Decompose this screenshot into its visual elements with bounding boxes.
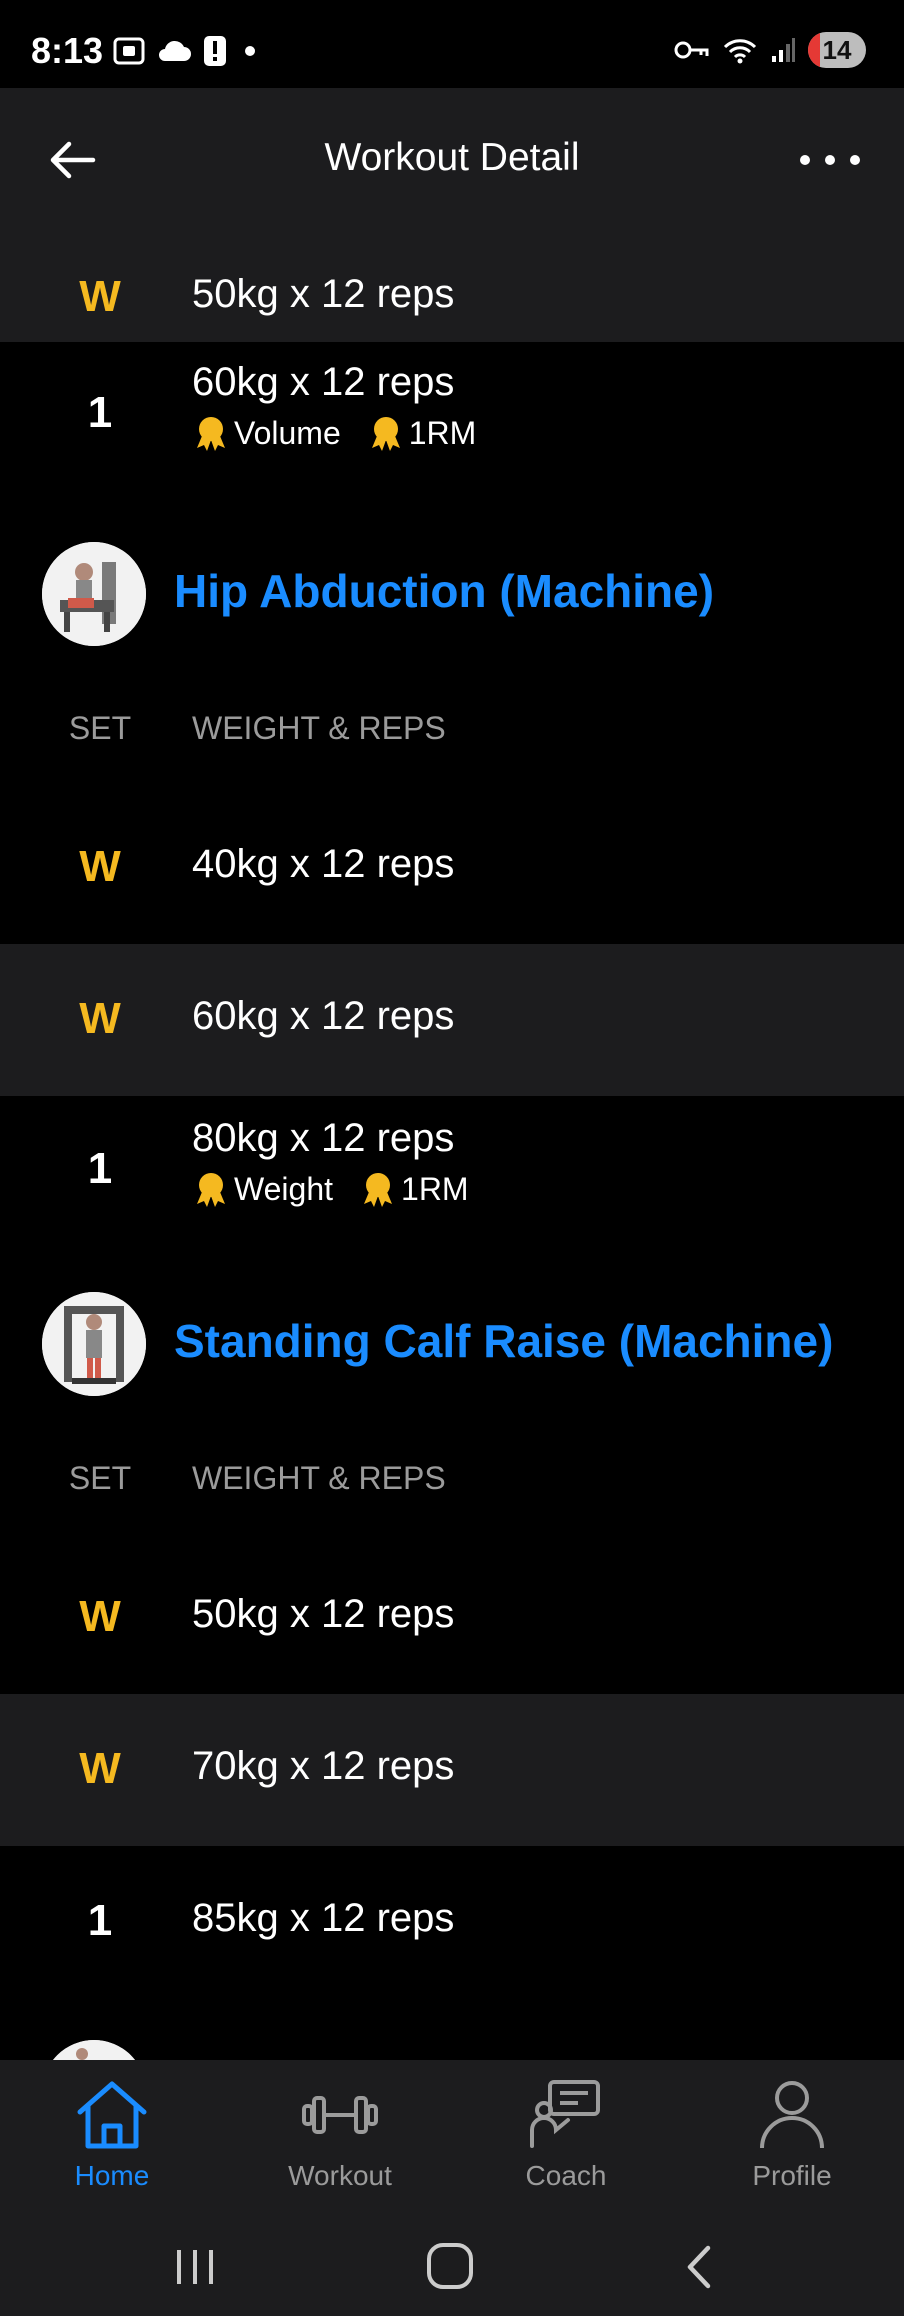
home-circle-icon[interactable]	[424, 2240, 476, 2292]
set-number: 1	[87, 1144, 113, 1193]
badge-label: 1RM	[408, 414, 477, 451]
dumbbell-icon	[302, 2096, 378, 2134]
more-options-button[interactable]	[800, 140, 860, 180]
more-dot	[800, 155, 810, 165]
coach-icon	[530, 2080, 600, 2148]
nav-workout[interactable]: Workout	[250, 2076, 430, 2206]
set-number: W	[79, 994, 121, 1043]
badge-label: Weight	[234, 1170, 334, 1207]
set-weight-reps: 80kg x 12 reps	[192, 1116, 455, 1160]
record-badges: Volume 1RM	[192, 414, 476, 452]
status-bar: 8:13 14	[0, 0, 904, 88]
set-row: 1 85kg x 12 reps	[0, 1846, 904, 1998]
set-row: W 50kg x 12 reps	[0, 232, 904, 342]
battery-indicator: 14	[808, 32, 866, 68]
status-icons-left	[112, 34, 262, 68]
column-set: SET	[68, 1460, 132, 1496]
exercise-header[interactable]: Standing Calf Raise (Machine)	[0, 1278, 904, 1408]
app-header: Workout Detail	[0, 88, 904, 232]
more-dot	[825, 155, 835, 165]
bottom-navigation: Home Workout Coach Profile	[0, 2060, 904, 2216]
set-number: W	[79, 272, 121, 321]
record-badges: Weight 1RM	[192, 1170, 469, 1208]
screenshot-icon	[113, 37, 145, 65]
alert-icon	[204, 36, 226, 66]
status-icons-right: 14	[674, 32, 866, 68]
signal-icon	[772, 38, 795, 62]
record-badge: Volume	[192, 414, 341, 452]
column-weight-reps: WEIGHT & REPS	[192, 1460, 446, 1496]
set-weight-reps: 40kg x 12 reps	[192, 842, 455, 886]
more-dot	[850, 155, 860, 165]
set-number: W	[79, 842, 121, 891]
set-weight-reps: 60kg x 12 reps	[192, 994, 455, 1038]
set-weight-reps: 85kg x 12 reps	[192, 1896, 455, 1940]
set-row: 1 60kg x 12 reps Volume 1RM	[0, 342, 904, 494]
nav-coach[interactable]: Coach	[476, 2076, 656, 2206]
system-navigation-bar	[0, 2216, 904, 2316]
column-weight-reps: WEIGHT & REPS	[192, 710, 446, 746]
exercise-header[interactable]: Hip Abduction (Machine)	[0, 528, 904, 658]
set-row: W 50kg x 12 reps	[0, 1542, 904, 1694]
set-weight-reps: 60kg x 12 reps	[192, 360, 455, 404]
cloud-icon	[159, 40, 191, 61]
exercise-title[interactable]: Standing Calf Raise (Machine)	[174, 1314, 833, 1368]
nav-label: Workout	[288, 2160, 392, 2191]
vpn-key-icon	[674, 41, 709, 59]
set-row: W 40kg x 12 reps	[0, 792, 904, 944]
set-number: 1	[87, 388, 113, 437]
battery-level: 14	[822, 34, 852, 65]
set-number: 1	[87, 1896, 113, 1945]
nav-label: Coach	[525, 2160, 607, 2191]
nav-profile[interactable]: Profile	[702, 2076, 882, 2206]
profile-icon	[760, 2081, 824, 2149]
status-time: 8:13	[31, 30, 104, 71]
column-set: SET	[68, 710, 132, 746]
column-headers: SET WEIGHT & REPS	[0, 1440, 904, 1520]
dot-icon	[245, 46, 255, 56]
medal-icon	[197, 1173, 225, 1207]
set-row: 1 80kg x 12 reps Weight 1RM	[0, 1096, 904, 1248]
exercise-title[interactable]: Hip Abduction (Machine)	[174, 564, 714, 618]
recent-apps-icon[interactable]	[170, 2242, 220, 2292]
nav-label: Home	[74, 2160, 150, 2191]
record-badge: 1RM	[359, 1170, 469, 1208]
record-badge: 1RM	[367, 414, 477, 452]
page-title: Workout Detail	[324, 136, 580, 179]
wifi-icon	[723, 39, 757, 64]
exercise-thumbnail	[42, 542, 146, 646]
nav-home[interactable]: Home	[22, 2076, 202, 2206]
set-weight-reps: 50kg x 12 reps	[192, 1592, 455, 1636]
set-weight-reps: 70kg x 12 reps	[192, 1744, 455, 1788]
record-badge: Weight	[192, 1170, 333, 1208]
workout-content[interactable]: W 50kg x 12 reps 1 60kg x 12 reps Volume…	[0, 232, 904, 2060]
set-number: W	[79, 1744, 121, 1793]
badge-label: 1RM	[401, 1170, 469, 1207]
medal-icon	[197, 417, 225, 451]
medal-icon	[371, 417, 400, 451]
exercise-thumbnail	[42, 2040, 146, 2060]
badge-label: Volume	[234, 414, 341, 451]
home-icon	[77, 2081, 147, 2149]
set-number: W	[79, 1592, 121, 1641]
set-row: W 60kg x 12 reps	[0, 944, 904, 1096]
set-weight-reps: 50kg x 12 reps	[192, 272, 455, 316]
exercise-thumbnail	[42, 1292, 146, 1396]
back-chevron-icon[interactable]	[680, 2242, 720, 2292]
set-row: W 70kg x 12 reps	[0, 1694, 904, 1846]
column-headers: SET WEIGHT & REPS	[0, 690, 904, 770]
medal-icon	[364, 1173, 393, 1207]
nav-label: Profile	[752, 2160, 832, 2191]
